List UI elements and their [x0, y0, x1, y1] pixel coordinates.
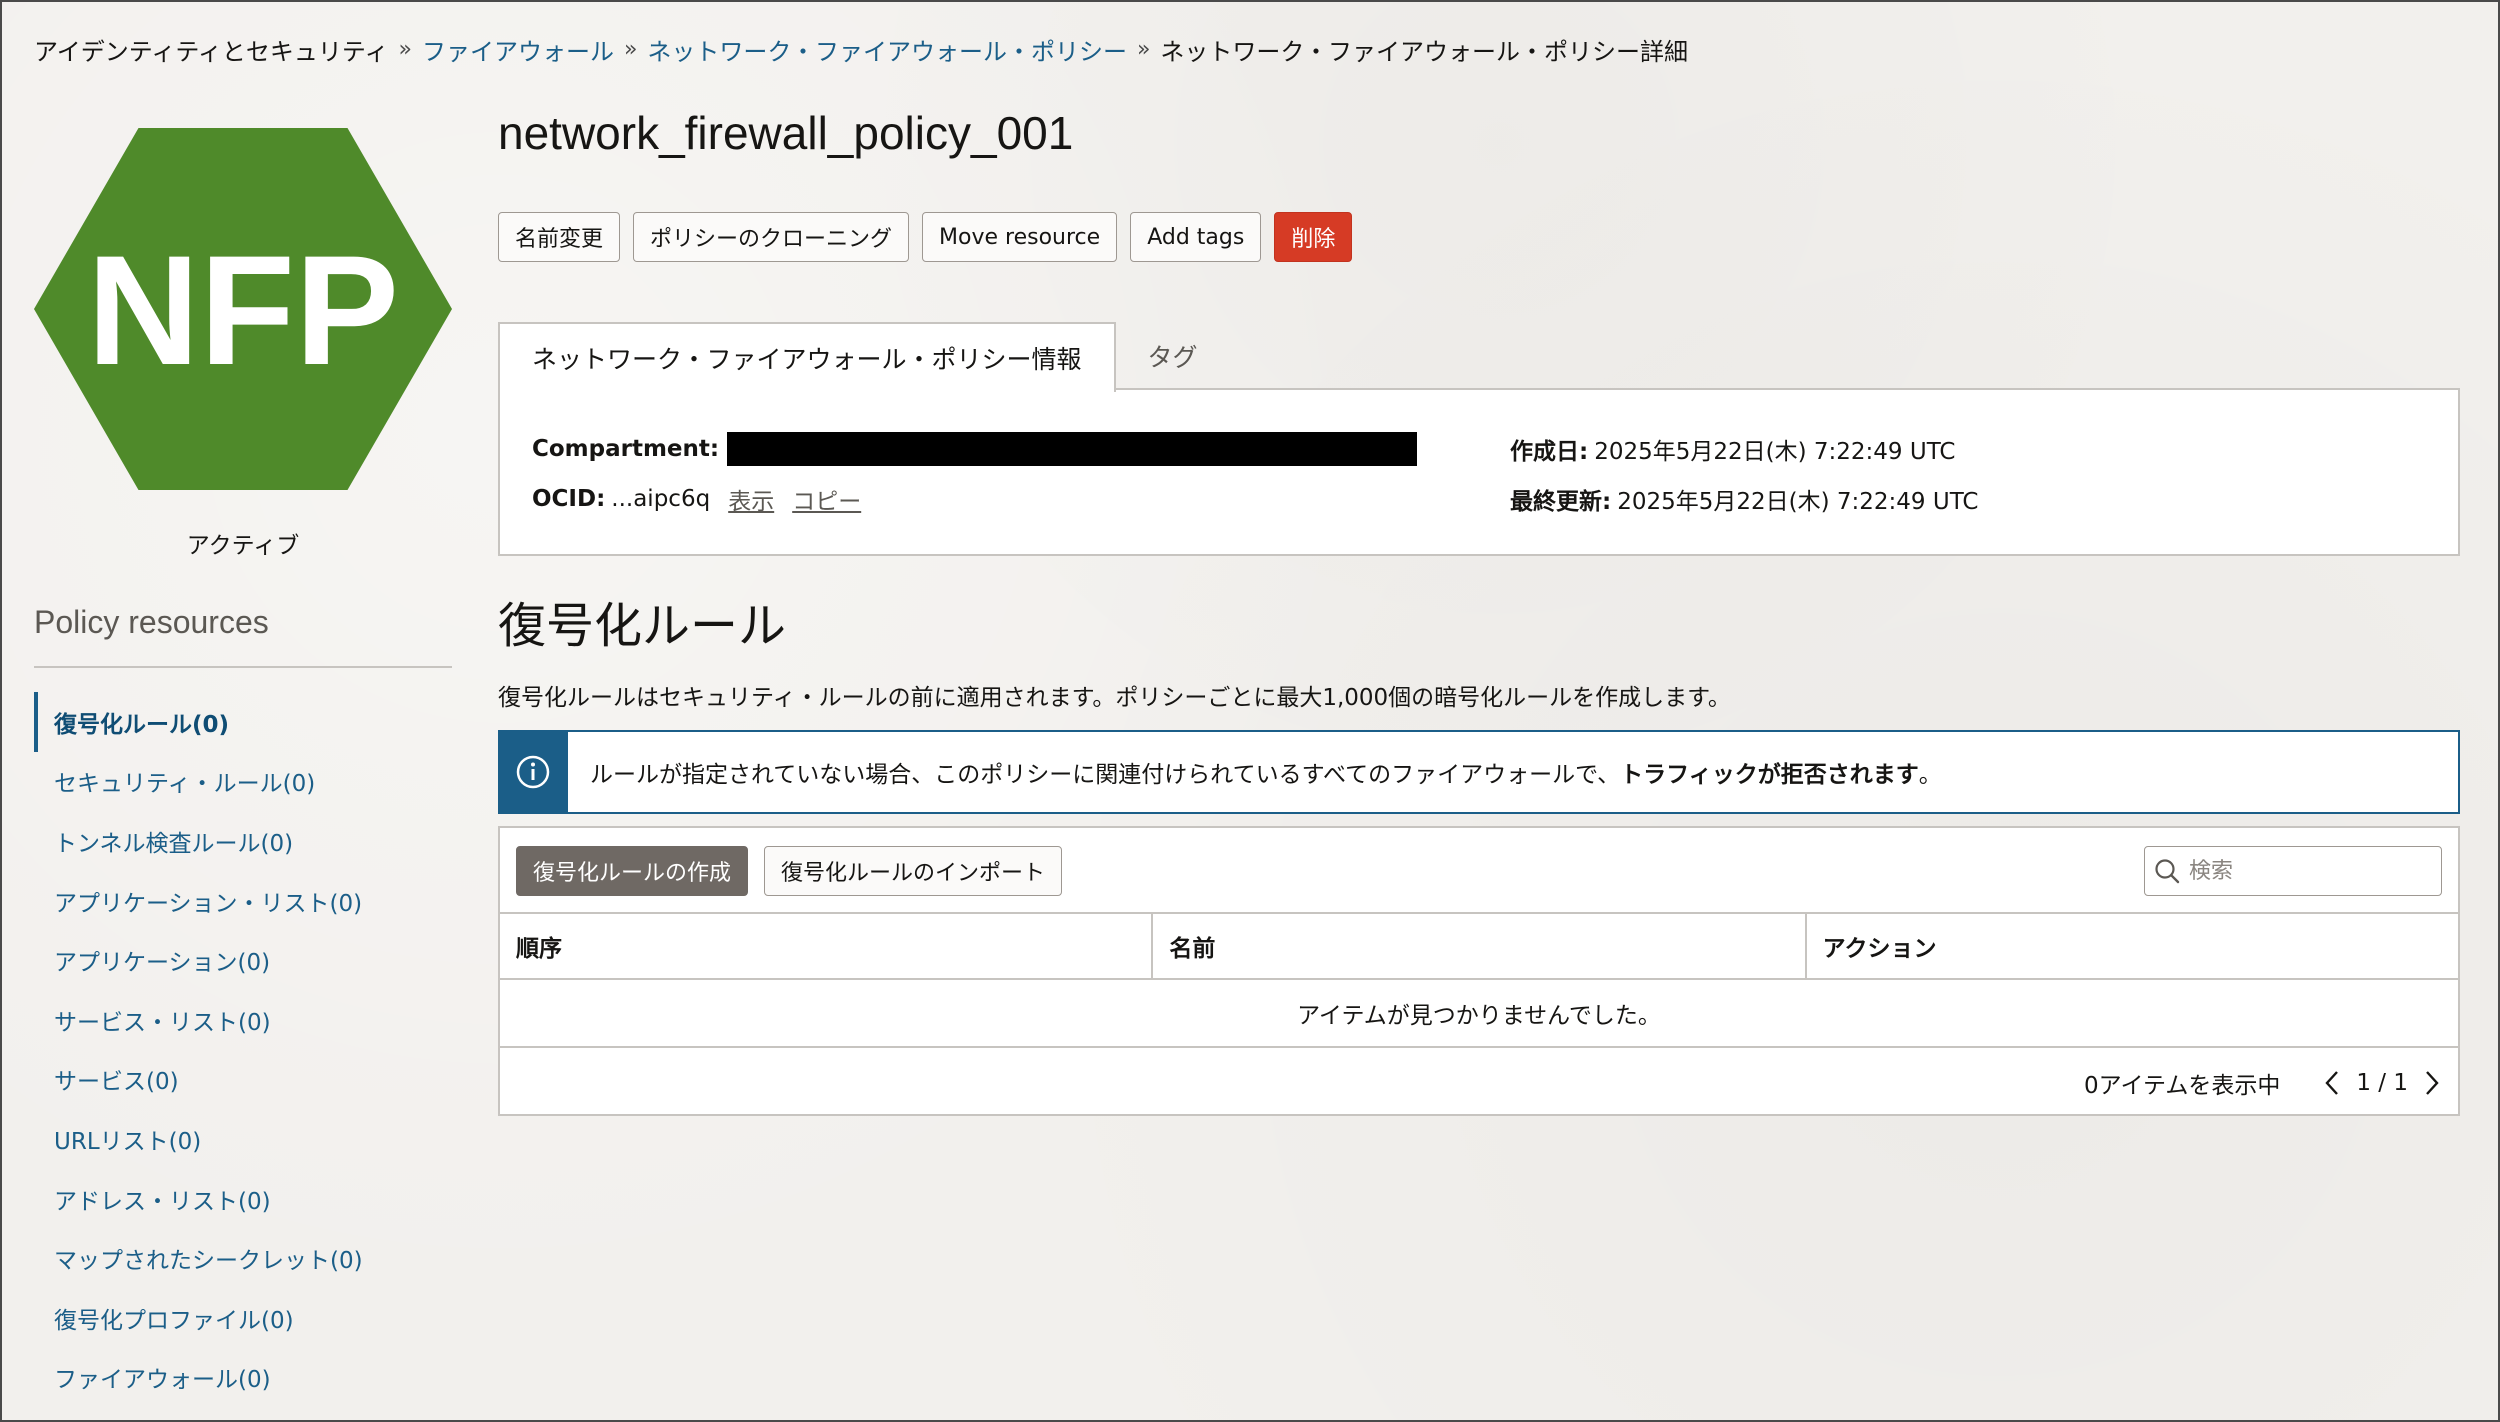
updated-value: 2025年5月22日(木) 7:22:49 UTC — [1617, 489, 1979, 515]
sidebar-item-service-lists[interactable]: サービス・リスト(0) — [34, 990, 452, 1050]
compartment-label: Compartment: — [532, 436, 720, 462]
breadcrumb-separator: » — [623, 37, 638, 62]
search-box[interactable] — [2144, 846, 2442, 896]
sidebar-item-services[interactable]: サービス(0) — [34, 1050, 452, 1110]
page-indicator: 1 / 1 — [2356, 1070, 2408, 1096]
section-description: 復号化ルールはセキュリティ・ルールの前に適用されます。ポリシーごとに最大1,00… — [498, 685, 1731, 711]
alert-message: ルールが指定されていない場合、このポリシーに関連付けられているすべてのファイアウ… — [590, 755, 1942, 789]
column-header-name[interactable]: 名前 — [1153, 914, 1807, 978]
table-toolbar: 復号化ルールの作成 復号化ルールのインポート — [516, 846, 1063, 896]
import-decryption-rules-button[interactable]: 復号化ルールのインポート — [764, 846, 1063, 896]
updated-label: 最終更新: — [1510, 489, 1612, 515]
sidebar-divider — [34, 666, 452, 668]
create-decryption-rule-button[interactable]: 復号化ルールの作成 — [516, 846, 749, 896]
resource-hexagon-icon: NFP — [34, 128, 452, 490]
tab-tags[interactable]: タグ — [1116, 322, 1230, 390]
sidebar-item-decryption-profiles[interactable]: 復号化プロファイル(0) — [34, 1288, 452, 1348]
table-footer: 0アイテムを表示中 1 / 1 — [2084, 1050, 2444, 1116]
decryption-rules-table: 復号化ルールの作成 復号化ルールのインポート 順序 名前 アクション アイテムが… — [498, 826, 2460, 1116]
page-title: network_firewall_policy_001 — [498, 107, 1074, 159]
previous-page-button[interactable] — [2320, 1068, 2344, 1098]
add-tags-button[interactable]: Add tags — [1130, 212, 1262, 262]
lifecycle-status: アクティブ — [186, 533, 300, 559]
policy-resources-list: 復号化ルール(0) セキュリティ・ルール(0) トンネル検査ルール(0) アプリ… — [34, 692, 452, 1407]
clone-policy-button[interactable]: ポリシーのクローニング — [633, 212, 910, 262]
ocid-row: OCID: ...aipc6q 表示 コピー — [532, 482, 861, 516]
ocid-show-link[interactable]: 表示 — [728, 482, 774, 516]
breadcrumb-current-page: ネットワーク・ファイアウォール・ポリシー詳細 — [1160, 38, 1688, 66]
ocid-label: OCID: — [532, 486, 606, 512]
column-header-actions: アクション — [1822, 936, 1937, 962]
compartment-row: Compartment: — [532, 432, 1418, 466]
console-page: アイデンティティとセキュリティ » ファイアウォール » ネットワーク・ファイア… — [0, 0, 2500, 1422]
column-header-order[interactable]: 順序 — [500, 914, 1154, 978]
created-value: 2025年5月22日(木) 7:22:49 UTC — [1594, 439, 1956, 465]
alert-suffix: 。 — [1918, 762, 1942, 788]
ocid-value: ...aipc6q — [611, 486, 711, 512]
search-icon — [2155, 859, 2180, 884]
breadcrumb: アイデンティティとセキュリティ » ファイアウォール » ネットワーク・ファイア… — [34, 32, 1688, 67]
ocid-copy-link[interactable]: コピー — [792, 482, 861, 516]
sidebar-item-mapped-secrets[interactable]: マップされたシークレット(0) — [34, 1228, 452, 1288]
resource-abbrev: NFP — [87, 224, 399, 398]
policy-information-panel: Compartment: OCID: ...aipc6q 表示 コピー 作成日:… — [498, 388, 2460, 556]
created-label: 作成日: — [1510, 439, 1589, 465]
breadcrumb-policies-link[interactable]: ネットワーク・ファイアウォール・ポリシー — [647, 32, 1127, 67]
sidebar-item-address-lists[interactable]: アドレス・リスト(0) — [34, 1169, 452, 1229]
info-icon — [516, 755, 550, 789]
pagination: 1 / 1 — [2320, 1068, 2444, 1098]
updated-row: 最終更新: 2025年5月22日(木) 7:22:49 UTC — [1510, 482, 1978, 516]
breadcrumb-identity-security: アイデンティティとセキュリティ — [34, 38, 389, 66]
move-resource-button[interactable]: Move resource — [922, 212, 1118, 262]
action-toolbar: 名前変更 ポリシーのクローニング Move resource Add tags … — [498, 212, 1353, 262]
sidebar-item-firewalls[interactable]: ファイアウォール(0) — [34, 1348, 452, 1408]
sidebar-item-application-lists[interactable]: アプリケーション・リスト(0) — [34, 871, 452, 931]
breadcrumb-separator: » — [1136, 37, 1151, 62]
item-count: 0アイテムを表示中 — [2084, 1073, 2281, 1099]
chevron-right-icon — [2426, 1071, 2439, 1095]
compartment-redacted-value — [727, 432, 1418, 466]
rename-button[interactable]: 名前変更 — [498, 212, 621, 262]
sidebar-item-decryption-rules[interactable]: 復号化ルール(0) — [34, 692, 452, 752]
breadcrumb-firewall-link[interactable]: ファイアウォール — [422, 32, 614, 67]
detail-tabs: ネットワーク・ファイアウォール・ポリシー情報 タグ — [498, 322, 1230, 392]
breadcrumb-separator: » — [398, 37, 412, 62]
tab-policy-information[interactable]: ネットワーク・ファイアウォール・ポリシー情報 — [498, 322, 1116, 392]
sidebar-item-tunnel-inspection-rules[interactable]: トンネル検査ルール(0) — [34, 811, 452, 871]
policy-resources-title: Policy resources — [34, 604, 269, 640]
sidebar-item-url-lists[interactable]: URLリスト(0) — [34, 1109, 452, 1169]
alert-bold-text: トラフィックが拒否されます — [1620, 762, 1919, 788]
table-header: 順序 名前 アクション — [500, 912, 2458, 980]
info-alert: ルールが指定されていない場合、このポリシーに関連付けられているすべてのファイアウ… — [498, 730, 2460, 814]
sidebar-item-security-rules[interactable]: セキュリティ・ルール(0) — [34, 752, 452, 812]
sidebar-item-applications[interactable]: アプリケーション(0) — [34, 930, 452, 990]
chevron-left-icon — [2325, 1071, 2339, 1095]
created-row: 作成日: 2025年5月22日(木) 7:22:49 UTC — [1510, 432, 1955, 466]
search-input[interactable] — [2189, 858, 2429, 884]
delete-button[interactable]: 削除 — [1274, 212, 1353, 262]
next-page-button[interactable] — [2420, 1068, 2444, 1098]
alert-text: ルールが指定されていない場合、このポリシーに関連付けられているすべてのファイアウ… — [590, 762, 1621, 788]
section-title: 復号化ルール — [498, 598, 787, 654]
alert-icon-bar — [498, 730, 568, 814]
empty-table-message: アイテムが見つかりませんでした。 — [500, 980, 2458, 1048]
